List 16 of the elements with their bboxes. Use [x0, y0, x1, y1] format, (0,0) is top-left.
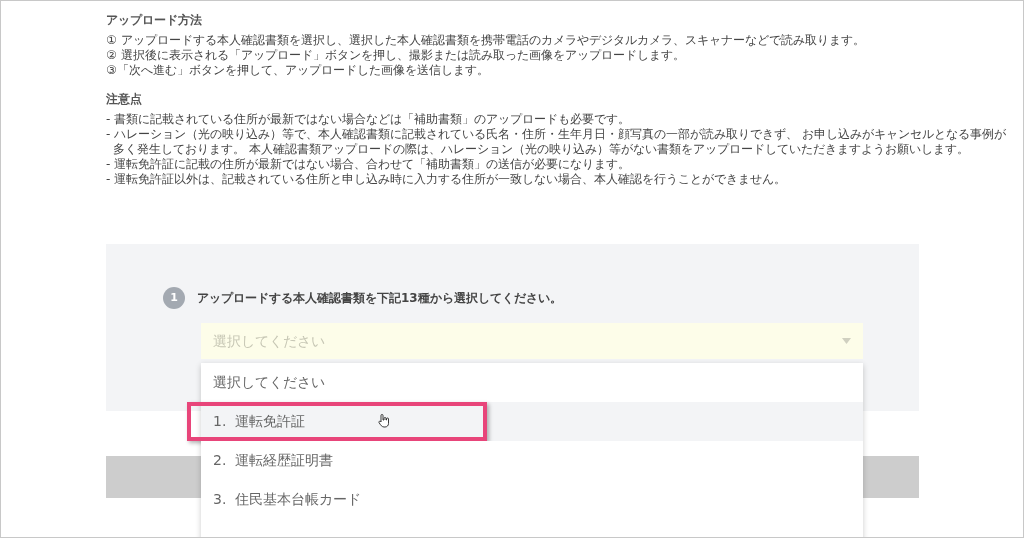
caret-icon [842, 338, 851, 344]
step-label: アップロードする本人確認書類を下記13種から選択してください。 [197, 290, 562, 307]
dropdown-option[interactable]: 1. 運転免許証 [201, 402, 863, 441]
note-text: ③「次へ進む」ボタンを押して、アップロードした画像を送信します。 [106, 63, 490, 78]
note-text: - 書類に記載されている住所が最新ではない場合などは「補助書類」のアップロードも必要です。 [106, 112, 632, 127]
section-heading: 注意点 [106, 91, 143, 108]
hand-cursor-icon [378, 414, 390, 428]
note-text: ① アップロードする本人確認書類を選択し、選択した本人確認書類を携帯電話のカメラやデジタルカメラ、スキャナーなどで読み取ります。 [106, 33, 866, 48]
note-text: - ハレーション（光の映り込み）等で、本人確認書類に記載されている氏名・住所・生年月日・顔写真の一部が読み取りできず、 お申し込みがキャンセルとなる事例が多く発生しております。 本人確認書類アップロードの際は、ハレーション（光の映り込み）等がない書類をアップロードしていただきますようお願いします。 [106, 127, 1007, 157]
dropdown-option[interactable]: 3. 住民基本台帳カード [201, 480, 863, 519]
note-text: - 運転免許証に記載の住所が最新ではない場合、合わせて「補助書類」の送信が必要になります。 [106, 157, 632, 172]
note-text: ② 選択後に表示される「アップロード」ボタンを押し、撮影または読み取った画像をアップロードします。 [106, 48, 686, 63]
note-text: - 運転免許証以外は、記載されている住所と申し込み時に入力する住所が一致しない場合、本人確認を行うことができません。 [106, 172, 788, 187]
dropdown-option[interactable]: 選択してください [201, 363, 863, 402]
section-heading: アップロード方法 [106, 12, 203, 29]
dropdown-option[interactable]: 2. 運転経歴証明書 [201, 441, 863, 480]
